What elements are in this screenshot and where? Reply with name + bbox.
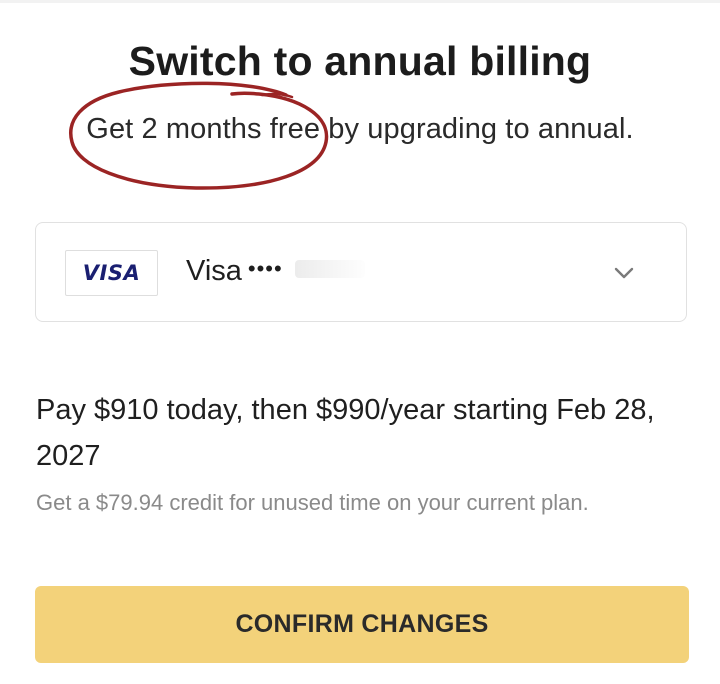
visa-card-icon: VISA xyxy=(65,250,158,296)
credit-note: Get a $79.94 credit for unused time on y… xyxy=(36,490,589,515)
payment-method-label: Visa •••• xyxy=(186,255,365,288)
subtitle-row: Get 2 months free by upgrading to annual… xyxy=(0,113,720,146)
chevron-down-icon xyxy=(614,267,634,279)
dialog-subtitle: Get 2 months free by upgrading to annual… xyxy=(86,113,634,145)
payment-summary: Pay $910 today, then $990/year starting … xyxy=(36,394,655,472)
payment-method-select[interactable]: VISA Visa •••• xyxy=(35,222,687,322)
dialog-title: Switch to annual billing xyxy=(128,38,592,84)
confirm-changes-button[interactable]: CONFIRM CHANGES xyxy=(35,586,689,663)
card-brand-name: Visa xyxy=(186,255,242,287)
card-number-redacted xyxy=(294,260,365,278)
card-masked-number: •••• xyxy=(247,256,283,281)
top-divider xyxy=(0,0,720,3)
